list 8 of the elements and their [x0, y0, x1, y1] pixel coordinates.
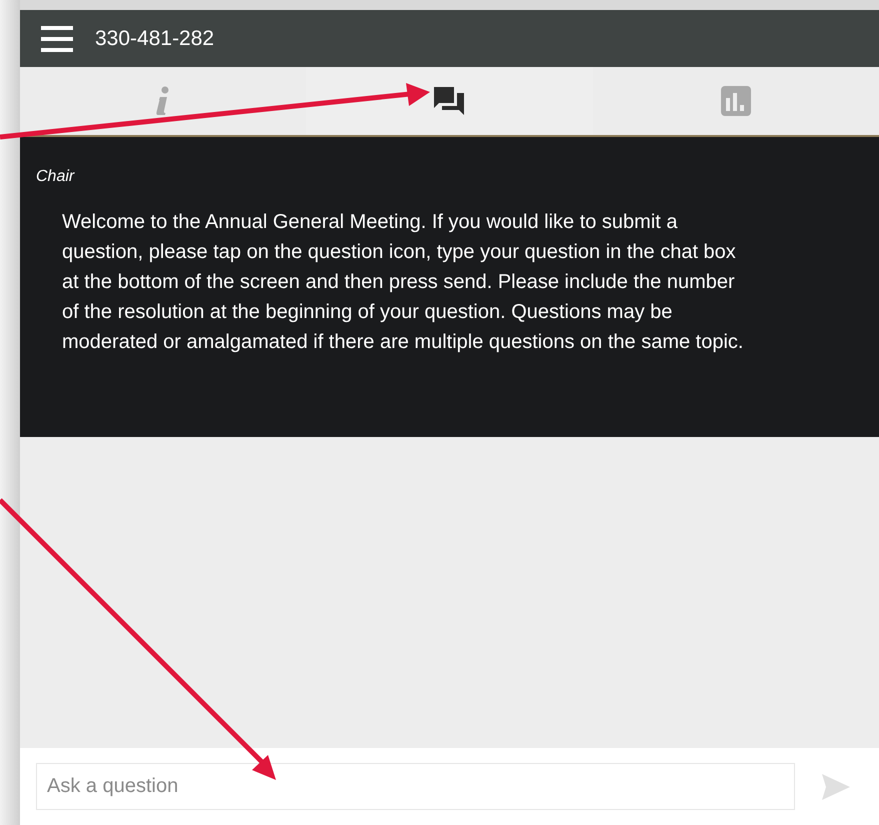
sender-name: Chair — [36, 167, 76, 187]
info-icon — [156, 86, 170, 116]
bar-chart-icon — [720, 86, 751, 116]
meeting-id: 330-481-282 — [95, 26, 214, 52]
message-text: Welcome to the Annual General Meeting. If you would like to submit a question, please tap on the question icon, type your question in the chat box at the bottom of the screen and then press send. Please include the number of the resolution at the beginning of your question. Questions may be moderated or amalgamated if there are multiple questions on the same topic. — [61, 210, 744, 355]
menu-icon[interactable] — [41, 26, 73, 52]
question-field[interactable]: Ask a question — [36, 763, 795, 810]
chat-icon — [433, 86, 466, 116]
